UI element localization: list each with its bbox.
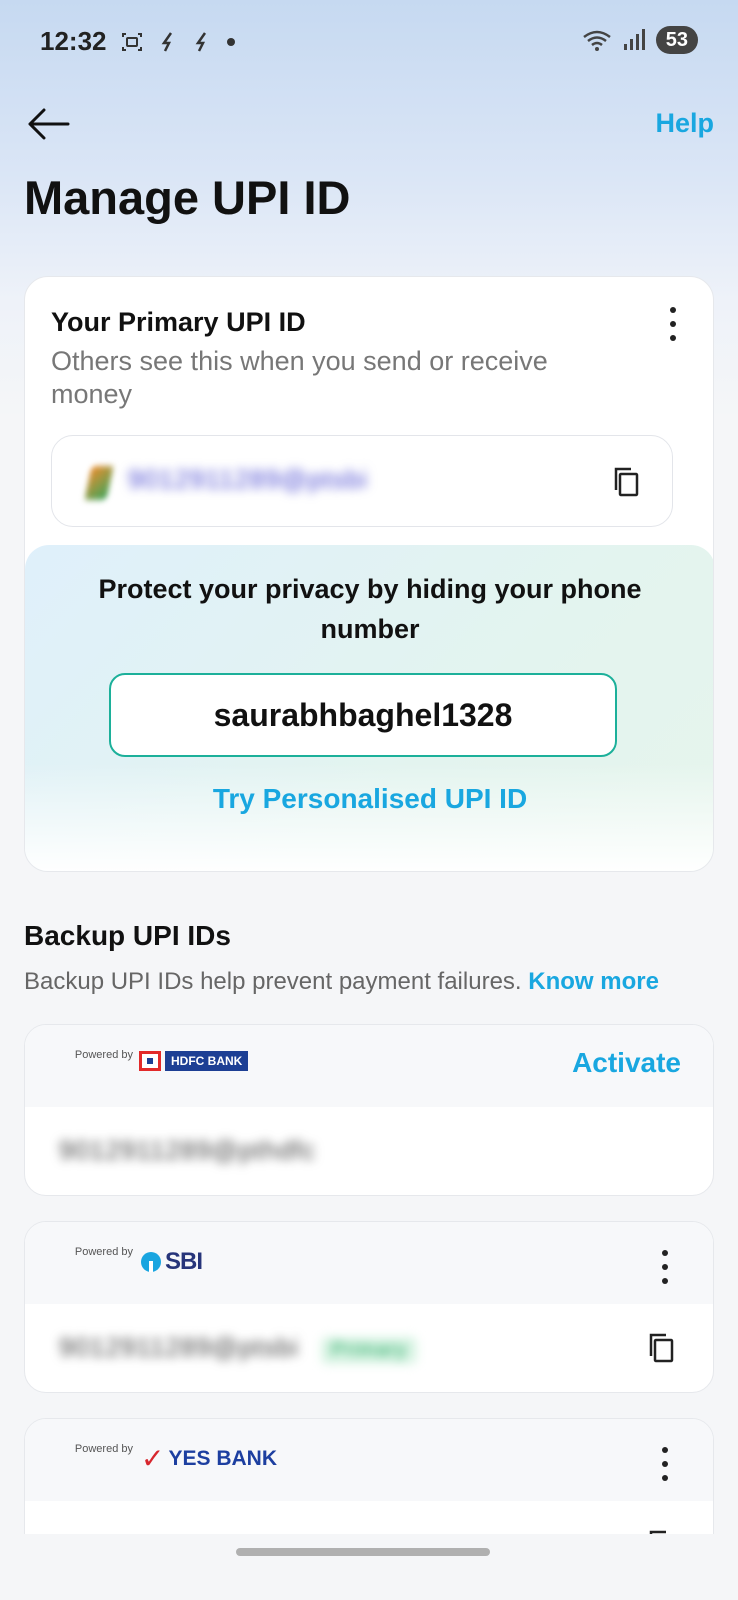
backup-upi-id: 9012911289@ptsbi (59, 1332, 299, 1362)
yes-bank-logo: ✓ YES BANK (141, 1443, 277, 1474)
signal-icon (623, 29, 645, 50)
arrow-left-icon[interactable] (26, 104, 70, 144)
backup-upi-card-hdfc: Powered by HDFC BANK Activate 9012911289… (24, 1024, 714, 1196)
screenshot-icon (122, 33, 142, 51)
bank-card-header: Powered by ✓ YES BANK (25, 1419, 713, 1501)
primary-upi-field: 9012911289@ptsbi (51, 435, 673, 527)
powered-by-label: Powered by (74, 1049, 133, 1061)
activate-button[interactable]: Activate (572, 1047, 681, 1079)
backup-upi-id-row: 9012911289@ptsbi Primary (59, 1332, 418, 1364)
primary-upi-id: 9012911289@ptsbi (128, 464, 368, 494)
bank-card-header: Powered by HDFC BANK Activate (25, 1025, 713, 1107)
sbi-mark-icon (141, 1252, 161, 1272)
primary-upi-title: Your Primary UPI ID (51, 307, 306, 337)
battery-indicator: 53 (655, 26, 698, 54)
primary-badge: Primary (321, 1337, 418, 1364)
bank-name: SBI (165, 1248, 203, 1275)
status-system-icons: 53 (582, 26, 698, 54)
backup-section-title: Backup UPI IDs (24, 920, 231, 951)
bottom-nav-background (0, 1534, 738, 1600)
backup-description-text: Backup UPI IDs help prevent payment fail… (24, 968, 522, 995)
home-indicator[interactable] (236, 1548, 490, 1556)
status-bar: 12:32 53 (0, 0, 738, 84)
powered-by-label: Powered by (74, 1443, 133, 1455)
help-link[interactable]: Help (655, 108, 714, 139)
yes-bank-tick-icon: ✓ (141, 1443, 165, 1474)
bank-name: HDFC BANK (165, 1051, 249, 1071)
bank-card-header: Powered by SBI (25, 1222, 713, 1304)
upi-logo-icon (84, 466, 114, 500)
backup-description: Backup UPI IDs help prevent payment fail… (24, 968, 659, 996)
know-more-link[interactable]: Know more (528, 968, 659, 995)
copy-icon[interactable] (647, 1332, 675, 1364)
bank-name: YES BANK (168, 1447, 277, 1470)
personalised-handle-preview: saurabhbaghel1328 (109, 673, 617, 757)
wifi-icon (582, 30, 611, 51)
more-options-icon[interactable] (659, 1447, 671, 1481)
flash-icon (161, 32, 173, 52)
page-title: Manage UPI ID (24, 171, 351, 224)
try-personalised-upi-button[interactable]: Try Personalised UPI ID (25, 783, 713, 815)
powered-by-label: Powered by (74, 1246, 133, 1258)
hdfc-bank-logo: HDFC BANK (139, 1051, 249, 1071)
more-options-icon[interactable] (667, 307, 679, 341)
status-time: 12:32 (40, 26, 107, 56)
privacy-promo-panel: Protect your privacy by hiding your phon… (25, 545, 713, 871)
backup-upi-card-sbi: Powered by SBI 9012911289@ptsbi Primary (24, 1221, 714, 1393)
sbi-logo: SBI (141, 1248, 203, 1276)
more-options-icon[interactable] (659, 1250, 671, 1284)
primary-upi-card: Your Primary UPI ID Others see this when… (24, 276, 714, 872)
primary-upi-subtitle: Others see this when you send or receive… (51, 346, 548, 409)
backup-upi-id: 9012911289@pthdfc (59, 1135, 316, 1165)
status-notification-icons (120, 30, 236, 54)
dot-icon (227, 38, 235, 46)
privacy-title: Protect your privacy by hiding your phon… (98, 574, 642, 644)
flash-icon (195, 32, 207, 52)
hdfc-mark-icon (139, 1051, 161, 1071)
copy-icon[interactable] (612, 466, 640, 498)
